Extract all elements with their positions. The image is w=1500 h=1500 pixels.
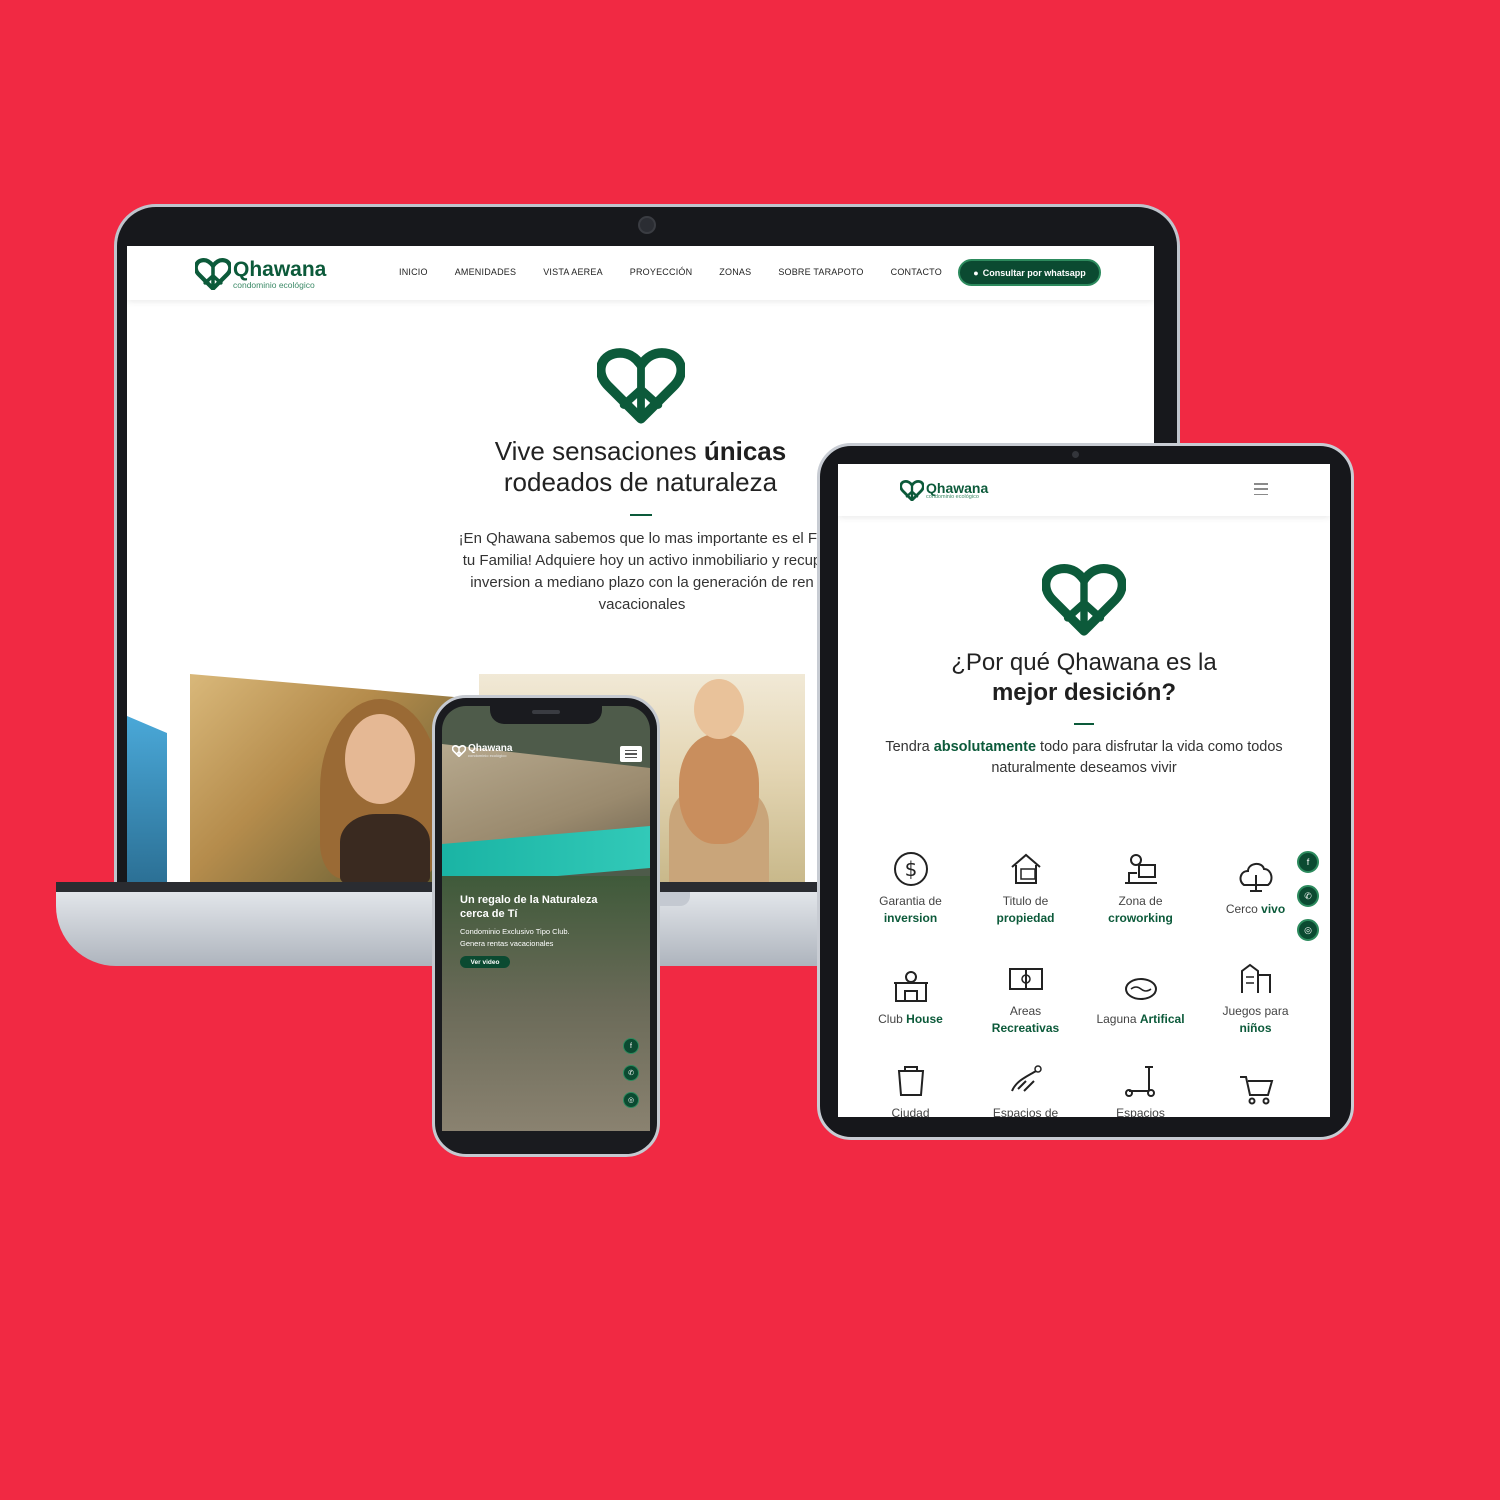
feature-juegos: Juegos para niños <box>1198 959 1313 1037</box>
tree-icon <box>1239 863 1272 892</box>
heart-peace-logo-icon <box>452 745 466 757</box>
coworking-icon <box>1124 854 1157 884</box>
whatsapp-icon: ● <box>973 267 979 278</box>
hero-title: Un regalo de la Naturaleza cerca de Tí <box>460 894 598 920</box>
brand-tagline: condominio ecológico <box>926 493 979 500</box>
heart-peace-logo-icon <box>900 480 924 501</box>
facebook-icon: f <box>630 1042 632 1050</box>
headline-emphasis: mejor desición? <box>991 679 1177 706</box>
phone-screen: Qhawana condominio ecológico Un regalo d… <box>442 706 650 1131</box>
feature-titulo: Titulo de propiedad <box>968 849 1083 927</box>
feature-areas: Areas Recreativas <box>968 959 1083 1037</box>
instagram-icon: ◎ <box>1304 924 1312 935</box>
nav-contacto[interactable]: CONTACTO <box>891 267 942 277</box>
tablet-navbar: Qhawana condominio ecológico <box>838 464 1330 516</box>
brand-tagline: condominio ecológico <box>468 753 507 758</box>
whatsapp-button[interactable]: ✆ <box>623 1065 639 1081</box>
description-line: vacacionales <box>598 596 686 613</box>
phone-speaker <box>532 710 560 714</box>
description-text: todo para disfrutar la vida como todos <box>1036 739 1283 755</box>
headline-line2: rodeados de naturaleza <box>503 467 778 497</box>
tablet-camera <box>1072 451 1079 458</box>
main-menu: INICIO AMENIDADES VISTA AEREA PROYECCIÓN… <box>399 267 942 277</box>
nav-zonas[interactable]: ZONAS <box>719 267 751 277</box>
hero-description: ¡En Qhawana sabemos que lo mas important… <box>407 528 877 616</box>
feature-garantia: $ Garantia de inversion <box>853 849 968 927</box>
headline-text: Vive sensaciones <box>494 436 704 466</box>
section-description: Tendra absolutamente todo para disfrutar… <box>854 737 1314 779</box>
field-icon <box>1008 968 1043 990</box>
facebook-button[interactable]: f <box>623 1038 639 1054</box>
brand-tagline: condominio ecológico <box>233 279 315 290</box>
nav-sobre-tarapoto[interactable]: SOBRE TARAPOTO <box>778 267 863 277</box>
hamburger-menu-icon[interactable] <box>1254 483 1268 495</box>
house-title-icon <box>1010 853 1041 884</box>
brand-name: Qhawana <box>233 257 327 281</box>
svg-text:$: $ <box>904 857 917 881</box>
feature-coworking: Zona de croworking <box>1083 849 1198 927</box>
feature-minimarket <box>1198 1069 1313 1113</box>
instagram-button[interactable]: ◎ <box>623 1092 639 1108</box>
dollar-icon: $ <box>893 852 928 886</box>
feature-espacios-de: Espacios de <box>968 1061 1083 1117</box>
facebook-icon: f <box>1306 857 1310 867</box>
description-text: Tendra <box>885 739 934 755</box>
brand-name: Qhawana <box>926 479 989 496</box>
feature-espacios: Espacios <box>1083 1061 1198 1117</box>
scooter-icon <box>1124 1066 1155 1097</box>
tablet-screen: Qhawana condominio ecológico ¿Por qué Qh… <box>838 464 1330 1117</box>
description-emphasis: absolutamente <box>933 739 1037 755</box>
nav-proyeccion[interactable]: PROYECCIÓN <box>630 267 693 277</box>
whatsapp-icon: ✆ <box>1304 890 1312 901</box>
divider <box>1074 723 1094 725</box>
brand-logo[interactable]: Qhawana condominio ecológico <box>452 744 512 758</box>
heart-peace-logo-icon <box>195 258 231 290</box>
feature-club-house: Club House <box>853 967 968 1028</box>
hero-subtitle: Condominio Exclusivo Tipo Club. Genera r… <box>460 927 570 948</box>
nav-vista-aerea[interactable]: VISTA AEREA <box>543 267 603 277</box>
heart-peace-icon <box>1042 564 1126 636</box>
instagram-icon: ◎ <box>627 1097 635 1104</box>
nav-amenidades[interactable]: AMENIDADES <box>455 267 517 277</box>
desktop-navbar: Qhawana condominio ecológico INICIO AMEN… <box>127 246 1154 300</box>
whatsapp-icon: ✆ <box>628 1070 634 1077</box>
nav-inicio[interactable]: INICIO <box>399 267 428 277</box>
cart-icon <box>1239 1076 1273 1105</box>
instagram-button[interactable]: ◎ <box>1297 919 1319 941</box>
description-line: inversion a mediano plazo con la generac… <box>470 574 814 591</box>
gallery-image-sky <box>127 716 167 882</box>
whatsapp-cta-label: Consultar por whatsapp <box>982 267 1086 278</box>
headline-emphasis: únicas <box>703 436 787 466</box>
lagoon-icon <box>1124 978 1157 1000</box>
description-line: ¡En Qhawana sabemos que lo mas important… <box>458 530 826 547</box>
hamburger-menu-icon[interactable] <box>620 746 642 762</box>
phone-notch <box>490 704 602 724</box>
divider <box>630 514 652 516</box>
playground-icon <box>1240 963 1271 993</box>
watch-video-button[interactable]: Ver video <box>460 956 510 968</box>
brand-logo[interactable]: Qhawana condominio ecológico <box>900 480 988 501</box>
brand-logo[interactable]: Qhawana condominio ecológico <box>195 258 326 290</box>
laptop-camera <box>638 216 656 234</box>
description-line: tu Familia! Adquiere hoy un activo inmob… <box>462 552 822 569</box>
whatsapp-button[interactable]: ✆ <box>1297 885 1319 907</box>
recycle-bin-icon <box>897 1066 924 1096</box>
heart-peace-icon <box>597 348 685 424</box>
feature-laguna: Laguna Artifical <box>1083 967 1198 1028</box>
feature-ciudad: Ciudad <box>853 1061 968 1117</box>
description-line2: naturalmente deseamos vivir <box>991 760 1177 776</box>
section-headline: ¿Por qué Qhawana es la mejor desición? <box>838 648 1330 708</box>
pet-icon <box>1010 1065 1042 1092</box>
whatsapp-cta-button[interactable]: ● Consultar por whatsapp <box>958 259 1101 286</box>
club-house-icon <box>893 971 928 1002</box>
feature-cerco: Cerco vivo <box>1198 857 1313 918</box>
headline-line1: ¿Por qué Qhawana es la <box>951 649 1217 676</box>
facebook-button[interactable]: f <box>1297 851 1319 873</box>
